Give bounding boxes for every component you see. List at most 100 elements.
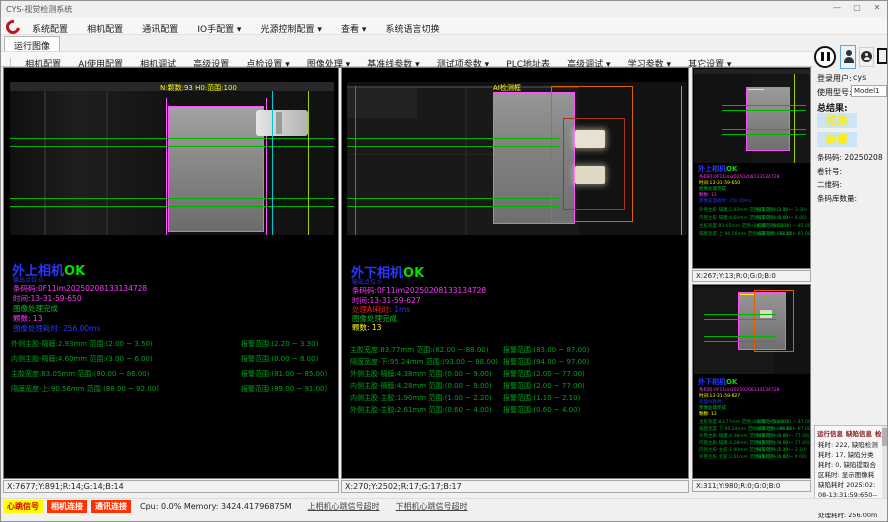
measure-line-h (10, 138, 334, 139)
measure-line-v (166, 98, 167, 235)
login-user-value: cys (853, 73, 866, 82)
cpu-memory-status: Cpu: 0.0% Memory: 3424.41796875M (140, 502, 292, 511)
measure-line-v (681, 86, 682, 235)
user-login-button[interactable] (840, 45, 856, 69)
status-bar: 心跳信号 相机连接 通讯连接 Cpu: 0.0% Memory: 3424.41… (1, 498, 887, 513)
roi-label: N:颗数:93 H0:范围:100 (160, 83, 237, 93)
measurement-row: 内侧主胶-隔膜:4.60mm 范围:(3.00 ~ 6.00)报警范围:(0.0… (11, 354, 318, 364)
upper-outer-camera-view[interactable]: N:颗数:93 H0:范围:100 外上相机OK 输出点位:0 条码码:0F11… (3, 67, 339, 479)
measurement-row: 外侧主胶-隔膜:4.38mm 范围:(0.00 ~ 9.00)报警范围:(2.0… (350, 369, 585, 379)
measurement-row: 隔膜宽度-下:95.24mm 范围:(93.00 ~ 98.00)报警范围:(9… (350, 357, 589, 367)
upper-camera-heartbeat-warning: 上相机心跳信号超时 (308, 501, 380, 512)
middle-camera-image[interactable]: AI检测框 (347, 82, 687, 235)
count-label: 颗数: 13 (699, 411, 717, 417)
info-panel: 运行信息 缺陷信息 检测信息 耗时: 222, 缺陷检测耗时: 17, 缺陷分类… (814, 425, 888, 507)
qrcode-label: 二维码: (817, 179, 842, 190)
result-ok-label: OK (726, 378, 737, 386)
needle-number-label: 卷针号: (817, 166, 842, 177)
lower-outer-camera-view[interactable]: AI检测框 外下相机OK 输出点位:0 条码码:0F11im2025020813… (341, 67, 689, 479)
product-object (168, 106, 264, 232)
result-badge-bottom: 结果 (817, 132, 857, 147)
product-object (746, 87, 790, 151)
measure-line-h (347, 146, 559, 147)
barcode-lib-count-label: 条码库数量: (817, 193, 857, 204)
upper-camera-thumbnail-view[interactable]: 外上相机OK 条码码:0F11im20250208133134728 时间:13… (692, 67, 811, 269)
measure-line-h (347, 138, 559, 139)
elapsed-label: 图像处理耗时: 256.00ms (13, 323, 100, 334)
measure-line-v (272, 91, 273, 235)
measurement-row: 主胶宽度:83.77mm 范围:(82.00 ~ 88.00)报警范围:(83.… (699, 419, 811, 425)
measurement-row: 外侧主胶-主胶:2.61mm 范围:(0.60 ~ 4.00)报警范围:(0.6… (350, 405, 580, 415)
led-spot (575, 166, 605, 184)
comm-connection-badge: 通讯连接 (91, 500, 131, 513)
measurement-row: 主胶宽度:83.05mm 范围:(80.00 ~ 86.00)报警范围:(81.… (11, 369, 327, 379)
window-title: CYS-视觉检测系统 (6, 4, 72, 15)
result-ok-label: OK (403, 266, 424, 281)
right-panel: 登录用户: cys 使用型号: Model1 总结果: 结果 结果 条码码: 2… (813, 41, 888, 498)
maximize-button[interactable]: ▢ (851, 3, 863, 12)
camera-name-label: 外上相机 (698, 165, 726, 173)
measure-line-v (308, 91, 309, 235)
top-thumbnail-statusbar: X:267;Y:13;R:0;G:0;B:0 (692, 270, 811, 282)
minimize-button[interactable]: — (831, 3, 843, 12)
measurement-row: 内侧主胶-主胶:1.90mm 范围:(1.00 ~ 2.20)报警范围:(1.1… (350, 393, 580, 403)
operator-button[interactable] (859, 47, 874, 67)
measurement-row: 隔膜宽度-上:90.56mm 范围:(88.00 ~ 92.00)报警范围:(8… (699, 231, 811, 237)
log-scrollbar[interactable] (882, 426, 887, 506)
measurement-row: 内侧主胶-主胶:1.90mm 范围:(1.00 ~ 2.20)报警范围:(1.1… (699, 447, 807, 453)
measure-line-h (10, 198, 334, 199)
measure-line-h (347, 198, 559, 199)
left-view-statusbar: X:7677;Y:891;R:14;G:14;B:14 (3, 480, 339, 493)
measurement-row: 外侧主胶-主胶:2.61mm 范围:(0.60 ~ 4.00)报警范围:(0.6… (699, 454, 807, 460)
measure-line-h (10, 146, 334, 147)
middle-view-statusbar: X:270;Y:2502;R:17;G:17;B:17 (341, 480, 689, 493)
result-ok-label: OK (64, 264, 85, 279)
elapsed-label: 图像处理耗时: 256.00ms (699, 198, 751, 204)
model-select[interactable]: Model1 (851, 85, 887, 97)
measurement-row: 隔膜宽度-上:90.56mm 范围:(88.00 ~ 92.00)报警范围:(8… (11, 384, 327, 394)
result-badge-top: 结果 (817, 113, 857, 128)
camera-connection-badge: 相机连接 (47, 500, 87, 513)
measurement-row: 外侧主胶-隔膜:2.93mm 范围:(2.00 ~ 3.50)报警范围:(2.2… (11, 339, 318, 349)
measure-line-h (347, 206, 559, 207)
lower-camera-thumbnail-view[interactable]: 外下相机OK 条码码:0F11im20250208133134728 时间:13… (692, 284, 811, 479)
ai-roi-label: AI检测框 (493, 83, 521, 93)
camera-name-label: 外下相机 (698, 378, 726, 386)
measurement-row: 主胶宽度:83.05mm 范围:(80.00 ~ 86.00)报警范围:(81.… (699, 223, 811, 229)
left-camera-image[interactable]: N:颗数:93 H0:范围:100 (10, 82, 334, 235)
measurement-row: 外侧主胶-隔膜:4.38mm 范围:(0.00 ~ 9.00)报警范围:(2.0… (699, 433, 810, 439)
measure-line-h (10, 206, 334, 207)
menu-bar: 系统配置 相机配置 通讯配置 IO手配置 ▾ 光源控制配置 ▾ 查看 ▾ 系统语… (1, 17, 887, 35)
tab-defect-info[interactable]: 缺陷信息 (846, 428, 872, 438)
measurement-row: 内侧主胶-隔膜:4.28mm 范围:(0.00 ~ 9.00)报警范围:(2.0… (699, 440, 810, 446)
app-window: CYS-视觉检测系统 — ▢ ✕ 系统配置 相机配置 通讯配置 IO手配置 ▾ … (0, 0, 888, 522)
heartbeat-status-badge: 心跳信号 (3, 500, 43, 513)
toolbar: 相机配置 AI使用配置 相机调试 高级设置 点检设置 ▾ 图像处理 ▾ 基准线参… (1, 51, 887, 67)
log-scrollbar-thumb[interactable] (882, 428, 887, 446)
toolbar-separator (10, 58, 11, 68)
count-label: 颗数: 13 (352, 322, 381, 333)
led-spot (575, 130, 605, 148)
exit-button[interactable] (877, 46, 888, 68)
window-controls: — ▢ ✕ (831, 3, 883, 12)
measurement-row: 外侧主胶-隔膜:2.93mm 范围:(2.00 ~ 3.50)报警范围:(2.2… (699, 207, 807, 213)
title-bar: CYS-视觉检测系统 — ▢ ✕ (1, 1, 887, 17)
login-user-label: 登录用户: (817, 73, 852, 84)
connector-part (256, 110, 308, 136)
thumbnail-image[interactable] (694, 286, 811, 374)
measurement-row: 隔膜宽度-下:95.24mm 范围:(93.00 ~ 98.00)报警范围:(9… (699, 426, 811, 432)
pause-button[interactable] (814, 46, 836, 68)
result-ok-label: OK (726, 165, 737, 173)
model-label: 使用型号: (817, 87, 852, 98)
tab-run-info[interactable]: 运行信息 (817, 428, 843, 438)
thumbnail-image[interactable] (694, 69, 811, 163)
measurement-row: 主胶宽度:83.77mm 范围:(82.00 ~ 88.00)报警范围:(83.… (350, 345, 589, 355)
measurement-row: 内侧主胶-隔膜:4.60mm 范围:(3.00 ~ 6.00)报警范围:(0.0… (699, 215, 807, 221)
bottom-thumbnail-statusbar: X:311;Y:980;R:0;G:0;B:0 (692, 480, 811, 492)
close-button[interactable]: ✕ (871, 3, 883, 12)
operator-icon (861, 51, 872, 62)
barcode-field-value: 20250208 (844, 153, 882, 162)
lower-camera-heartbeat-warning: 下相机心跳信号超时 (396, 501, 468, 512)
measurement-row: 内侧主胶-隔膜:4.28mm 范围:(0.00 ~ 9.00)报警范围:(2.0… (350, 381, 585, 391)
measure-line-v (355, 86, 356, 235)
